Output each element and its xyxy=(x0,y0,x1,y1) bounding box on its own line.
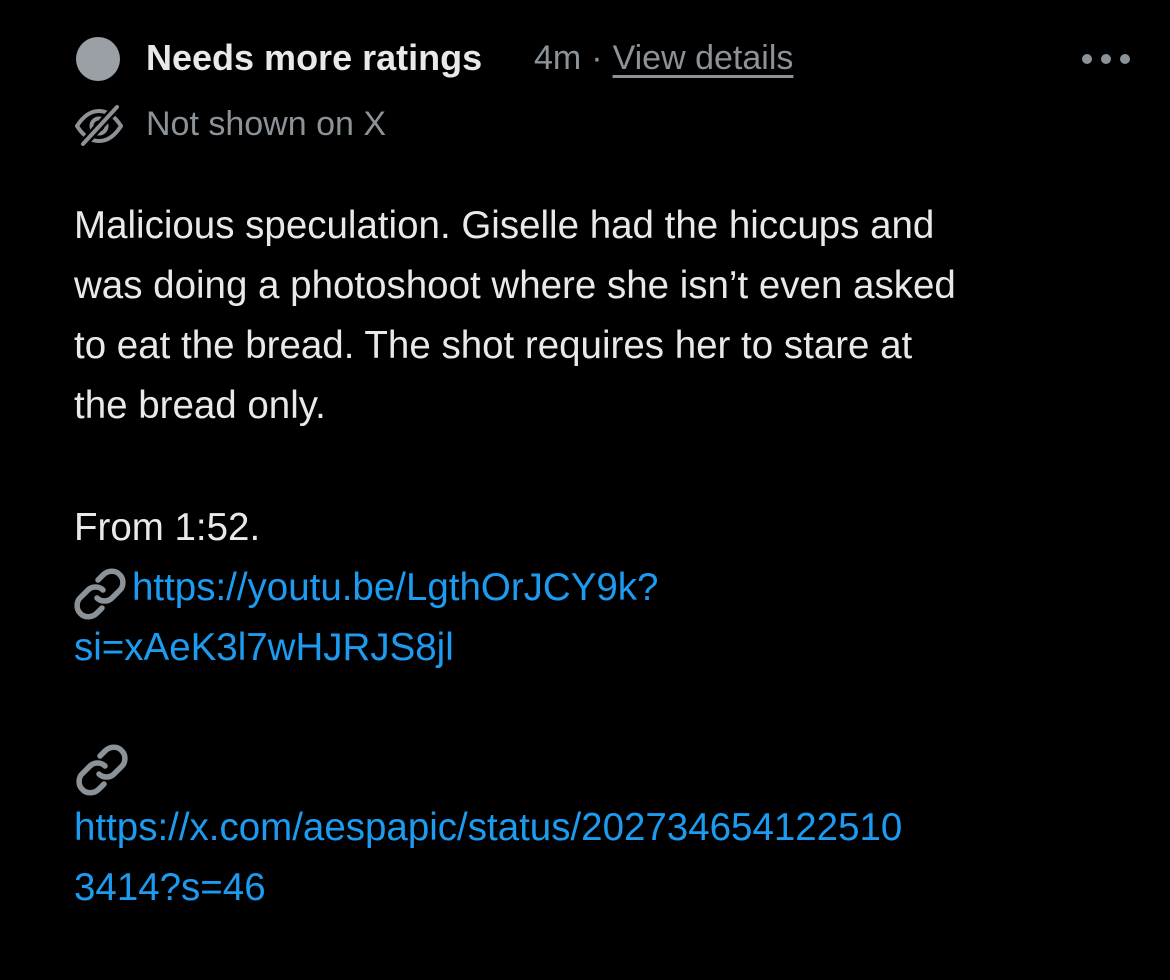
note-timestamp: 4m xyxy=(534,39,582,77)
gray-circle-icon xyxy=(76,37,120,81)
meta-separator: · xyxy=(591,39,603,77)
more-options-icon xyxy=(1082,54,1092,64)
link-icon xyxy=(74,568,126,620)
note-meta: 4m · View details xyxy=(534,36,793,80)
note-from-timestamp: From 1:52. xyxy=(74,506,261,549)
note-body: Malicious speculation. Giselle had the h… xyxy=(74,204,956,427)
eye-slash-icon xyxy=(75,104,123,146)
more-options-button[interactable] xyxy=(1082,44,1130,74)
visibility-label: Not shown on X xyxy=(146,105,387,143)
view-details-link[interactable]: View details xyxy=(613,39,794,77)
note-link-2-continued[interactable]: 3414?s=46 xyxy=(74,858,266,918)
note-link-2[interactable]: https://x.com/aespapic/status/2027346541… xyxy=(74,798,902,858)
link-icon xyxy=(76,744,128,796)
community-note: Needs more ratings 4m · View details Not s… xyxy=(0,0,1170,980)
note-link-1-continued[interactable]: si=xAeK3l7wHJRJS8jl xyxy=(74,618,454,678)
note-link-1[interactable]: https://youtu.be/LgthOrJCY9k? xyxy=(132,558,658,618)
note-status-title: Needs more ratings xyxy=(146,37,483,78)
